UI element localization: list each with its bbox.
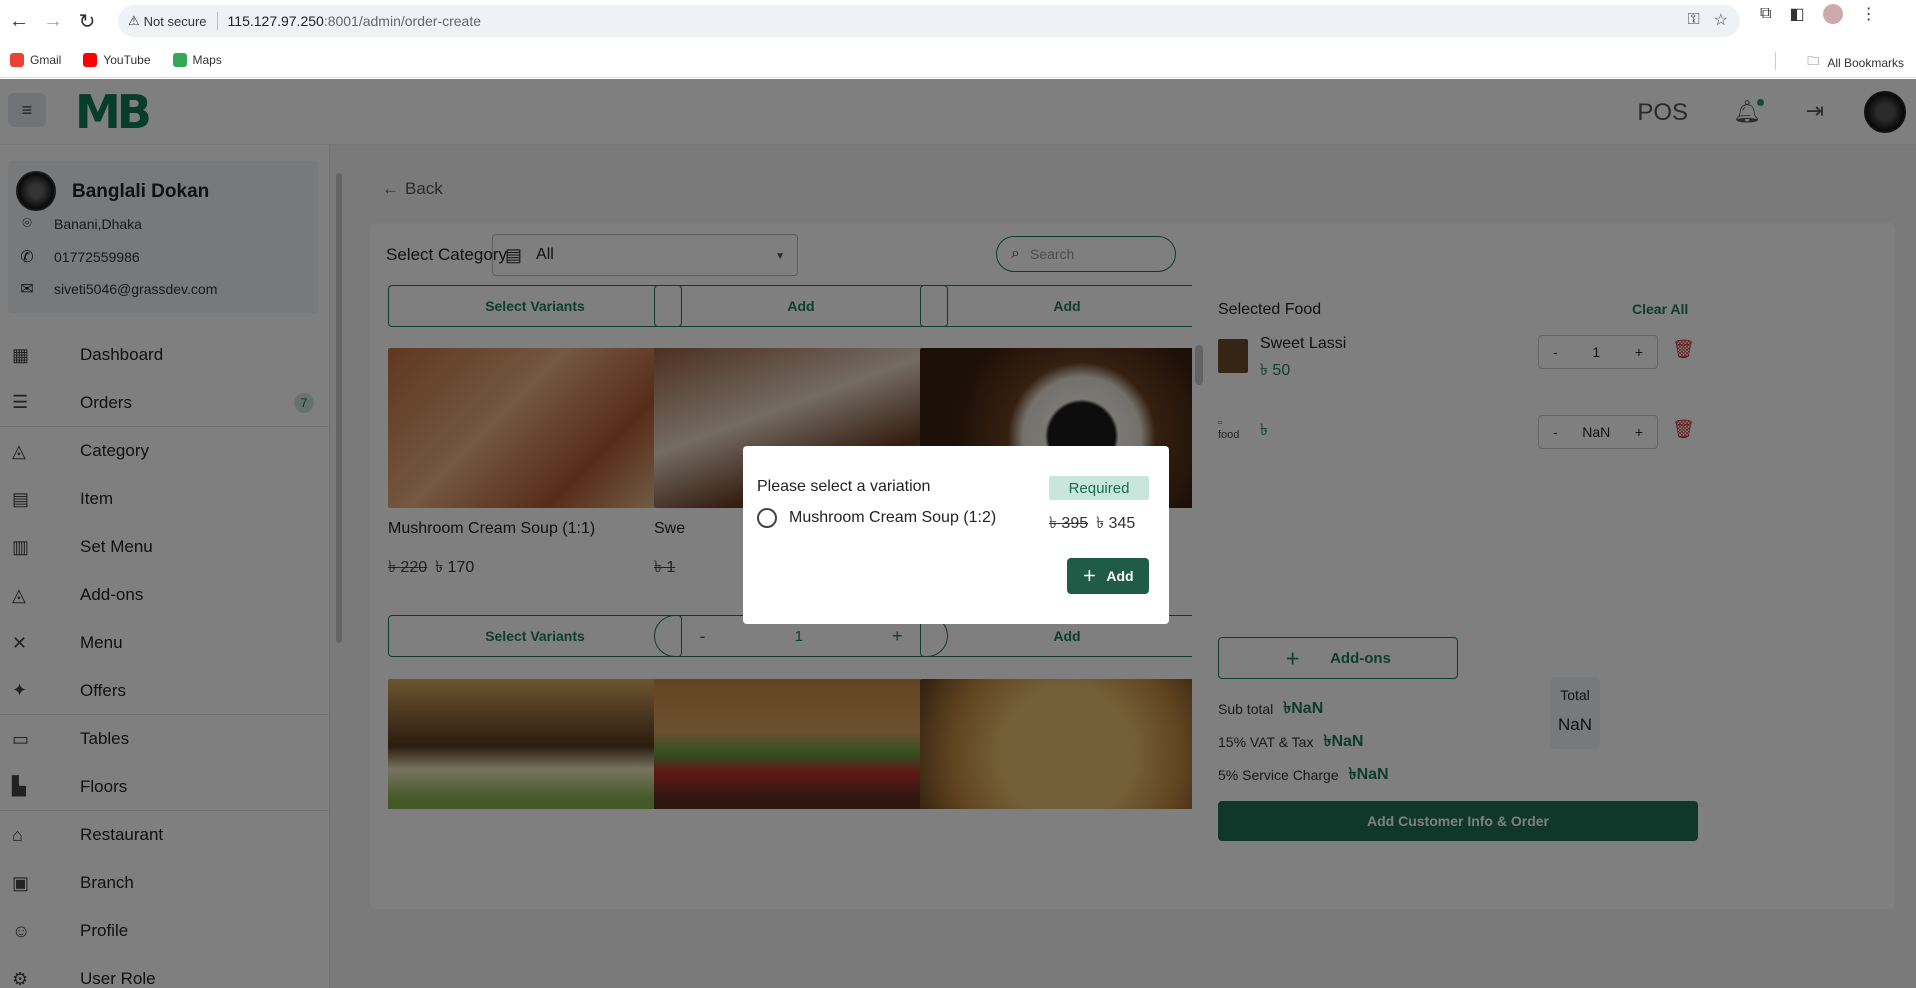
plus-icon: ＋ <box>1082 568 1097 584</box>
maps-icon <box>172 52 187 67</box>
gmail-icon <box>10 52 24 67</box>
variation-modal: Please select a variation Required Mushr… <box>743 446 1169 624</box>
separator <box>1775 52 1776 70</box>
not-secure-indicator[interactable]: ⚠ Not secure <box>128 13 207 29</box>
extensions-icon[interactable]: ⧉ <box>1760 5 1771 23</box>
required-badge: Required <box>1049 476 1149 500</box>
reload-icon[interactable]: ↻ <box>70 4 104 38</box>
folder-icon: 🗀 <box>1807 54 1820 68</box>
youtube-icon <box>83 52 98 67</box>
all-bookmarks[interactable]: 🗀 All Bookmarks <box>1807 52 1904 73</box>
separator <box>216 12 218 30</box>
warning-icon: ⚠ <box>128 13 140 28</box>
address-bar[interactable]: ⚠ Not secure 115.127.97.250:8001/admin/o… <box>118 5 1740 37</box>
profile-avatar-icon[interactable] <box>1822 4 1843 24</box>
modal-title: Please select a variation <box>757 478 931 495</box>
star-icon[interactable]: ☆ <box>1714 10 1728 30</box>
bookmarks-bar: Gmail YouTube Maps 🗀 All Bookmarks <box>0 42 1916 78</box>
url-path: :8001/admin/order-create <box>323 13 482 29</box>
variation-price: ৳ 395 ৳ 345 <box>1049 515 1136 532</box>
modal-add-button[interactable]: ＋ Add <box>1067 558 1149 594</box>
forward-nav-icon[interactable]: → <box>36 4 70 38</box>
kebab-menu-icon[interactable]: ⋮ <box>1861 4 1877 24</box>
back-nav-icon[interactable]: ← <box>2 4 36 38</box>
side-panel-icon[interactable]: ◧ <box>1789 4 1804 24</box>
url-host: 115.127.97.250 <box>227 13 324 29</box>
bookmark-gmail[interactable]: Gmail <box>10 52 61 67</box>
variation-option[interactable]: Mushroom Cream Soup (1:2) <box>757 508 996 528</box>
radio-button[interactable] <box>757 508 777 528</box>
bookmark-maps[interactable]: Maps <box>172 52 222 67</box>
key-icon[interactable]: ⚿ <box>1687 11 1699 29</box>
bookmark-youtube[interactable]: YouTube <box>83 52 151 67</box>
